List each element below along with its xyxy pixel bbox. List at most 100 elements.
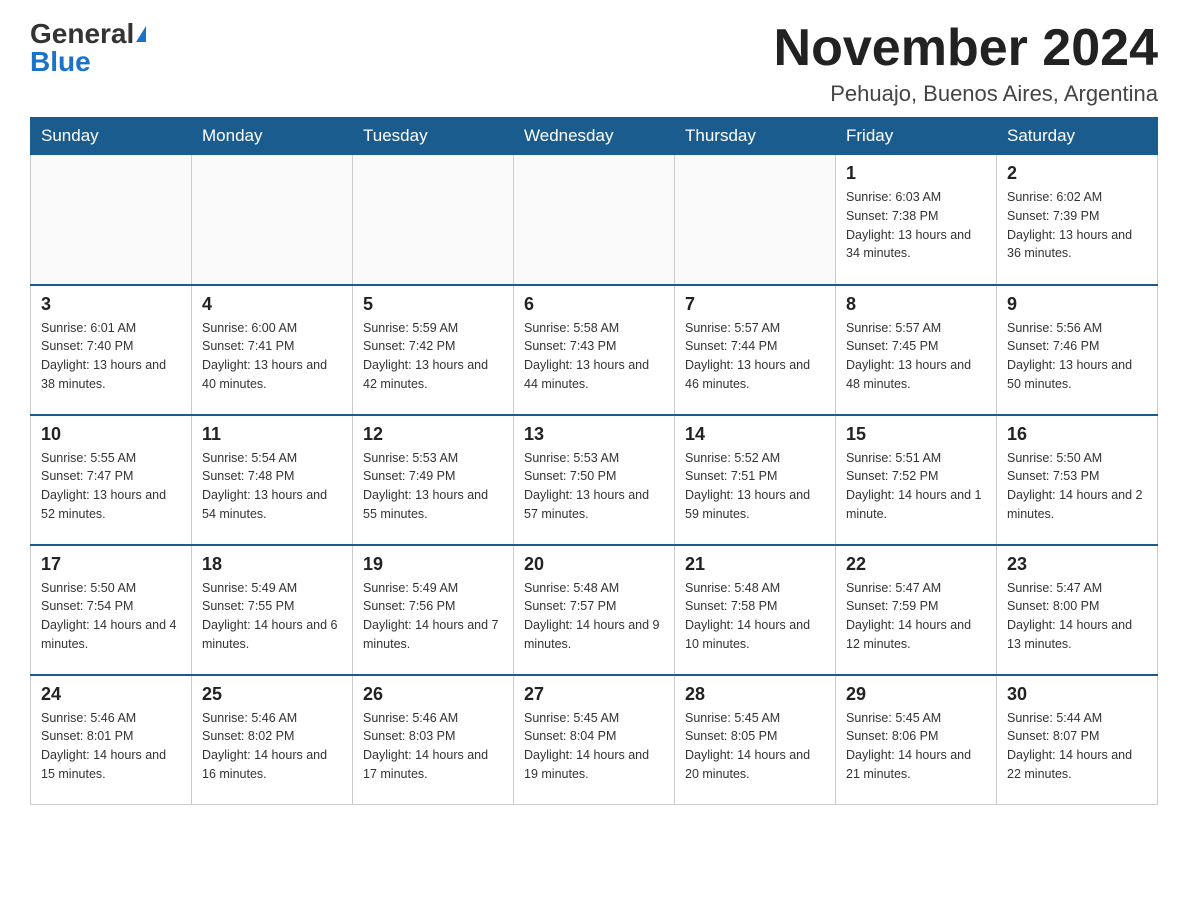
table-row: 28Sunrise: 5:45 AMSunset: 8:05 PMDayligh… <box>675 675 836 805</box>
day-number: 13 <box>524 424 664 445</box>
table-row: 9Sunrise: 5:56 AMSunset: 7:46 PMDaylight… <box>997 285 1158 415</box>
table-row: 27Sunrise: 5:45 AMSunset: 8:04 PMDayligh… <box>514 675 675 805</box>
calendar-header-row: Sunday Monday Tuesday Wednesday Thursday… <box>31 118 1158 155</box>
title-section: November 2024 Pehuajo, Buenos Aires, Arg… <box>774 20 1158 107</box>
day-number: 2 <box>1007 163 1147 184</box>
table-row <box>353 155 514 285</box>
day-number: 15 <box>846 424 986 445</box>
calendar-week-row: 17Sunrise: 5:50 AMSunset: 7:54 PMDayligh… <box>31 545 1158 675</box>
table-row: 15 Sunrise: 5:51 AMSunset: 7:52 PMDayligh… <box>836 415 997 545</box>
day-info: Sunrise: 5:49 AMSunset: 7:55 PMDaylight:… <box>202 579 342 654</box>
day-info: Sunrise: 5:53 AMSunset: 7:50 PMDaylight:… <box>524 449 664 524</box>
calendar-table: Sunday Monday Tuesday Wednesday Thursday… <box>30 117 1158 805</box>
day-number: 28 <box>685 684 825 705</box>
table-row: 8 Sunrise: 5:57 AMSunset: 7:45 PMDaylight… <box>836 285 997 415</box>
day-info: Sunrise: 5:59 AMSunset: 7:42 PMDaylight:… <box>363 319 503 394</box>
day-number: 7 <box>685 294 825 315</box>
day-info: Sunrise: 6:02 AMSunset: 7:39 PMDaylight:… <box>1007 188 1147 263</box>
day-info: Sunrise: 5:51 AMSunset: 7:52 PMDaylight:… <box>846 449 986 524</box>
col-wednesday: Wednesday <box>514 118 675 155</box>
table-row: 4 Sunrise: 6:00 AMSunset: 7:41 PMDaylight… <box>192 285 353 415</box>
day-info: Sunrise: 6:00 AMSunset: 7:41 PMDaylight:… <box>202 319 342 394</box>
day-number: 4 <box>202 294 342 315</box>
calendar-week-row: 10Sunrise: 5:55 AMSunset: 7:47 PMDayligh… <box>31 415 1158 545</box>
day-number: 30 <box>1007 684 1147 705</box>
logo: General Blue <box>30 20 146 76</box>
table-row: 13 Sunrise: 5:53 AMSunset: 7:50 PMDayligh… <box>514 415 675 545</box>
table-row: 16Sunrise: 5:50 AMSunset: 7:53 PMDayligh… <box>997 415 1158 545</box>
calendar-week-row: 24Sunrise: 5:46 AMSunset: 8:01 PMDayligh… <box>31 675 1158 805</box>
day-number: 29 <box>846 684 986 705</box>
day-info: Sunrise: 5:44 AMSunset: 8:07 PMDaylight:… <box>1007 709 1147 784</box>
day-number: 18 <box>202 554 342 575</box>
logo-general-text: General <box>30 20 134 48</box>
table-row: 1 Sunrise: 6:03 AMSunset: 7:38 PMDaylight… <box>836 155 997 285</box>
table-row: 22 Sunrise: 5:47 AMSunset: 7:59 PMDayligh… <box>836 545 997 675</box>
col-tuesday: Tuesday <box>353 118 514 155</box>
day-info: Sunrise: 5:52 AMSunset: 7:51 PMDaylight:… <box>685 449 825 524</box>
table-row: 2 Sunrise: 6:02 AMSunset: 7:39 PMDaylight… <box>997 155 1158 285</box>
table-row: 21Sunrise: 5:48 AMSunset: 7:58 PMDayligh… <box>675 545 836 675</box>
day-number: 25 <box>202 684 342 705</box>
day-info: Sunrise: 6:01 AMSunset: 7:40 PMDaylight:… <box>41 319 181 394</box>
day-number: 8 <box>846 294 986 315</box>
table-row: 3 Sunrise: 6:01 AMSunset: 7:40 PMDaylight… <box>31 285 192 415</box>
col-friday: Friday <box>836 118 997 155</box>
day-number: 11 <box>202 424 342 445</box>
day-info: Sunrise: 5:46 AMSunset: 8:02 PMDaylight:… <box>202 709 342 784</box>
day-info: Sunrise: 5:48 AMSunset: 7:57 PMDaylight:… <box>524 579 664 654</box>
calendar-week-row: 3 Sunrise: 6:01 AMSunset: 7:40 PMDaylight… <box>31 285 1158 415</box>
table-row: 14 Sunrise: 5:52 AMSunset: 7:51 PMDayligh… <box>675 415 836 545</box>
col-sunday: Sunday <box>31 118 192 155</box>
day-info: Sunrise: 6:03 AMSunset: 7:38 PMDaylight:… <box>846 188 986 263</box>
table-row <box>675 155 836 285</box>
day-number: 1 <box>846 163 986 184</box>
day-info: Sunrise: 5:57 AMSunset: 7:44 PMDaylight:… <box>685 319 825 394</box>
table-row: 7 Sunrise: 5:57 AMSunset: 7:44 PMDaylight… <box>675 285 836 415</box>
day-number: 14 <box>685 424 825 445</box>
day-info: Sunrise: 5:46 AMSunset: 8:03 PMDaylight:… <box>363 709 503 784</box>
day-number: 24 <box>41 684 181 705</box>
day-number: 5 <box>363 294 503 315</box>
day-number: 12 <box>363 424 503 445</box>
day-info: Sunrise: 5:49 AMSunset: 7:56 PMDaylight:… <box>363 579 503 654</box>
table-row <box>192 155 353 285</box>
table-row: 17Sunrise: 5:50 AMSunset: 7:54 PMDayligh… <box>31 545 192 675</box>
day-info: Sunrise: 5:57 AMSunset: 7:45 PMDaylight:… <box>846 319 986 394</box>
table-row: 6 Sunrise: 5:58 AMSunset: 7:43 PMDaylight… <box>514 285 675 415</box>
table-row: 18 Sunrise: 5:49 AMSunset: 7:55 PMDayligh… <box>192 545 353 675</box>
table-row: 24Sunrise: 5:46 AMSunset: 8:01 PMDayligh… <box>31 675 192 805</box>
day-number: 20 <box>524 554 664 575</box>
day-info: Sunrise: 5:47 AMSunset: 8:00 PMDaylight:… <box>1007 579 1147 654</box>
logo-triangle-icon <box>136 26 146 42</box>
page-header: General Blue November 2024 Pehuajo, Buen… <box>30 20 1158 107</box>
day-info: Sunrise: 5:54 AMSunset: 7:48 PMDaylight:… <box>202 449 342 524</box>
table-row: 11 Sunrise: 5:54 AMSunset: 7:48 PMDayligh… <box>192 415 353 545</box>
table-row: 5 Sunrise: 5:59 AMSunset: 7:42 PMDaylight… <box>353 285 514 415</box>
day-info: Sunrise: 5:45 AMSunset: 8:06 PMDaylight:… <box>846 709 986 784</box>
day-number: 26 <box>363 684 503 705</box>
day-info: Sunrise: 5:47 AMSunset: 7:59 PMDaylight:… <box>846 579 986 654</box>
table-row: 20 Sunrise: 5:48 AMSunset: 7:57 PMDayligh… <box>514 545 675 675</box>
col-saturday: Saturday <box>997 118 1158 155</box>
day-number: 21 <box>685 554 825 575</box>
day-number: 17 <box>41 554 181 575</box>
day-number: 19 <box>363 554 503 575</box>
day-info: Sunrise: 5:58 AMSunset: 7:43 PMDaylight:… <box>524 319 664 394</box>
table-row: 23 Sunrise: 5:47 AMSunset: 8:00 PMDayligh… <box>997 545 1158 675</box>
table-row: 10Sunrise: 5:55 AMSunset: 7:47 PMDayligh… <box>31 415 192 545</box>
day-number: 23 <box>1007 554 1147 575</box>
table-row <box>514 155 675 285</box>
day-number: 16 <box>1007 424 1147 445</box>
day-number: 6 <box>524 294 664 315</box>
logo-blue-text: Blue <box>30 48 91 76</box>
col-monday: Monday <box>192 118 353 155</box>
day-number: 3 <box>41 294 181 315</box>
col-thursday: Thursday <box>675 118 836 155</box>
table-row: 12 Sunrise: 5:53 AMSunset: 7:49 PMDayligh… <box>353 415 514 545</box>
day-info: Sunrise: 5:53 AMSunset: 7:49 PMDaylight:… <box>363 449 503 524</box>
table-row: 30 Sunrise: 5:44 AMSunset: 8:07 PMDayligh… <box>997 675 1158 805</box>
day-info: Sunrise: 5:45 AMSunset: 8:04 PMDaylight:… <box>524 709 664 784</box>
day-number: 22 <box>846 554 986 575</box>
day-number: 10 <box>41 424 181 445</box>
